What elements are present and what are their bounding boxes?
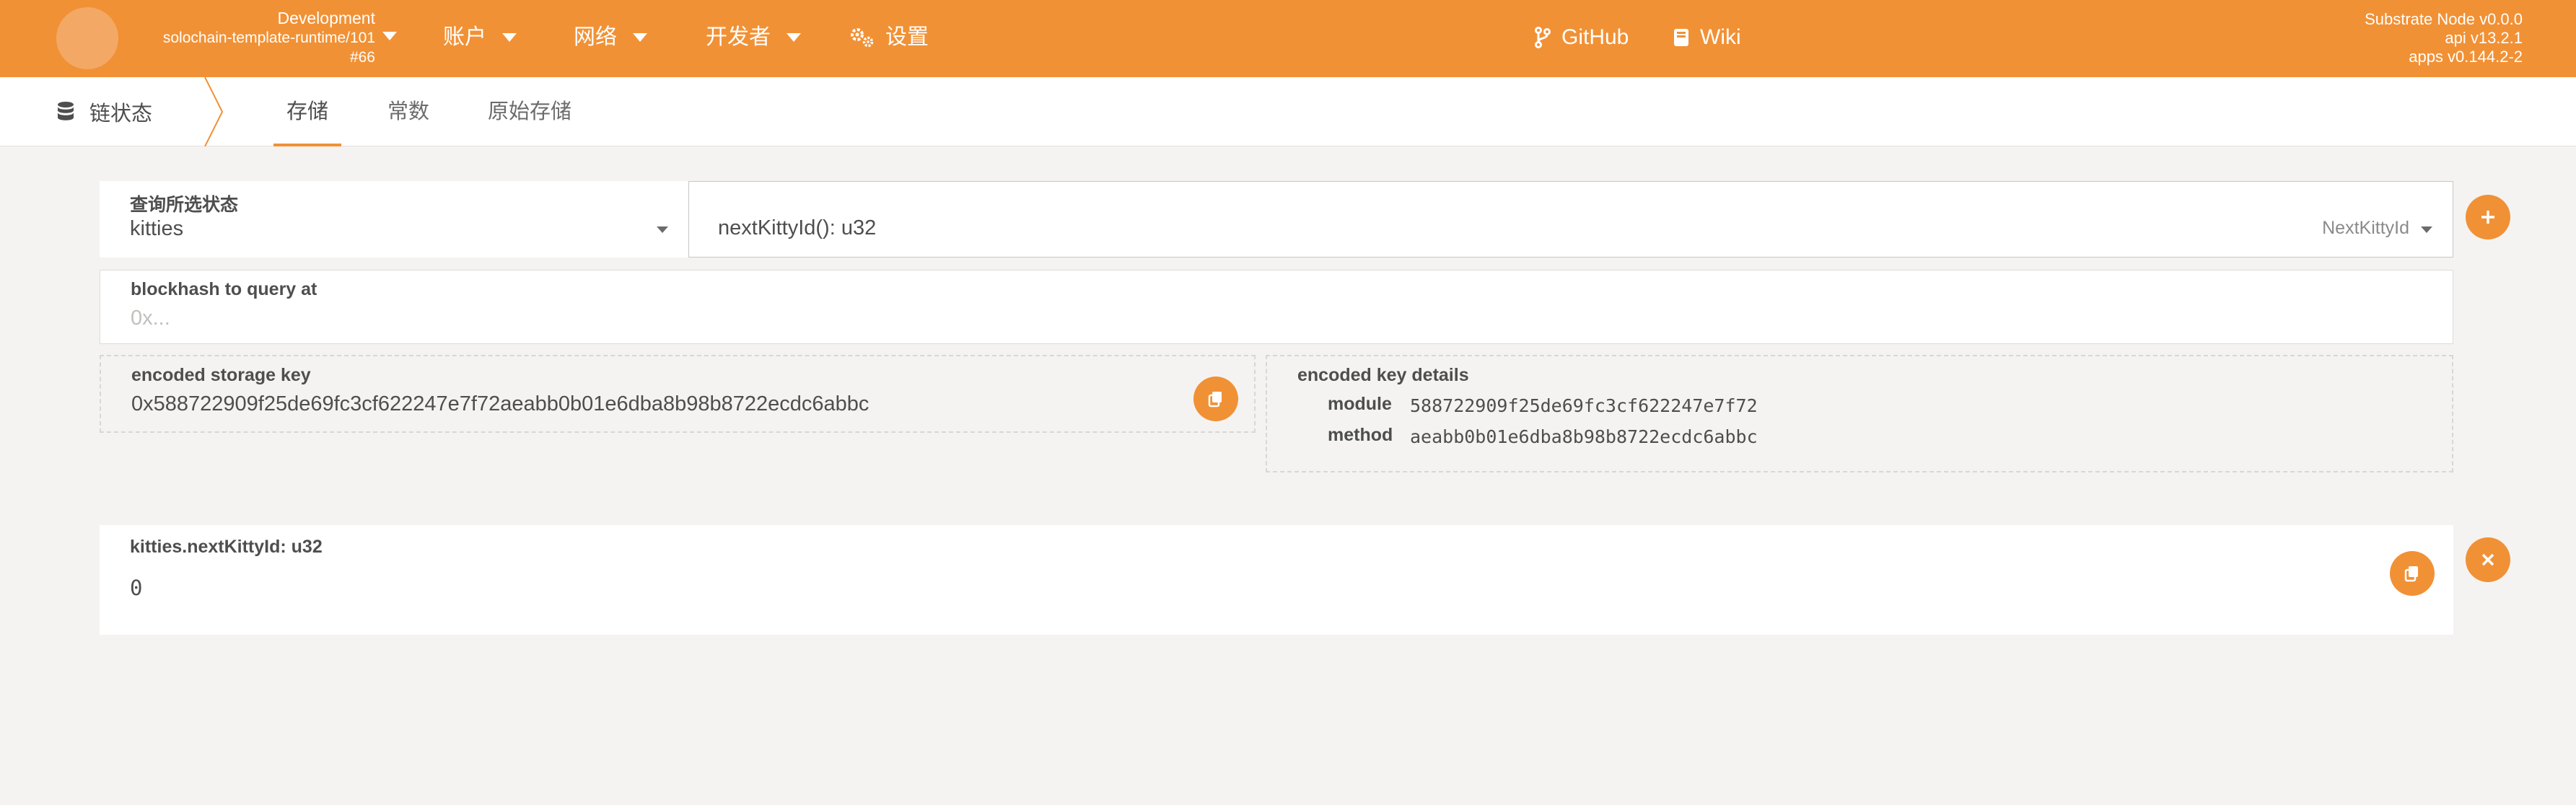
method-hash: aeabb0b01e6dba8b98b8722ecdc6abbc bbox=[1410, 426, 1758, 447]
blockhash-label: blockhash to query at bbox=[131, 279, 317, 299]
encoded-key-value: 0x588722909f25de69fc3cf622247e7f72aeabb0… bbox=[131, 392, 869, 415]
blockhash-input[interactable]: 0x... bbox=[131, 307, 170, 330]
nav-settings[interactable]: 设置 bbox=[849, 22, 929, 53]
nav-label: 网络 bbox=[574, 25, 617, 49]
api-version: api v13.2.1 bbox=[2445, 29, 2523, 47]
plus-icon bbox=[2481, 211, 2494, 224]
nav-label: 账户 bbox=[443, 25, 486, 49]
close-icon bbox=[2481, 553, 2494, 566]
module-hash: 588722909f25de69fc3cf622247e7f72 bbox=[1410, 395, 1758, 416]
chain-name: Development bbox=[277, 9, 375, 27]
copy-result-button[interactable] bbox=[2390, 551, 2435, 596]
apps-version: apps v0.144.2-2 bbox=[2409, 48, 2523, 66]
top-navbar: Development solochain-template-runtime/1… bbox=[0, 0, 2576, 77]
tab-label: 原始存储 bbox=[488, 100, 572, 123]
copy-key-button[interactable] bbox=[1193, 377, 1238, 421]
wiki-label: Wiki bbox=[1700, 25, 1741, 49]
chain-selector[interactable]: Development solochain-template-runtime/1… bbox=[130, 9, 375, 67]
book-icon bbox=[1674, 29, 1688, 46]
chevron-down-icon bbox=[787, 33, 801, 42]
tab-label: 存储 bbox=[286, 100, 329, 123]
section-title: 链状态 bbox=[56, 77, 152, 146]
method-hint: NextKittyId bbox=[2322, 218, 2409, 238]
github-link[interactable]: GitHub bbox=[1534, 22, 1629, 53]
method-label: method bbox=[1328, 425, 1393, 445]
encoded-key-label: encoded storage key bbox=[131, 365, 311, 385]
nav-developer[interactable]: 开发者 bbox=[706, 22, 801, 53]
encoded-storage-key: encoded storage key 0x588722909f25de69fc… bbox=[100, 355, 1256, 433]
module-label: module bbox=[1328, 394, 1392, 414]
key-details-label: encoded key details bbox=[1297, 365, 1469, 385]
remove-result-button[interactable] bbox=[2466, 537, 2510, 582]
tab-storage[interactable]: 存储 bbox=[273, 77, 342, 146]
node-info: Substrate Node v0.0.0 api v13.2.1 apps v… bbox=[2365, 10, 2523, 66]
result-value: 0 bbox=[130, 576, 143, 600]
copy-icon bbox=[1208, 392, 1222, 408]
chevron-down-icon bbox=[2421, 226, 2432, 233]
chevron-down-icon bbox=[502, 33, 517, 42]
github-label: GitHub bbox=[1561, 25, 1629, 49]
method-select[interactable]: nextKittyId(): u32 NextKittyId bbox=[688, 181, 2453, 258]
query-label: 查询所选状态 bbox=[130, 195, 239, 215]
runtime-version: solochain-template-runtime/101 bbox=[162, 30, 375, 46]
module-select[interactable]: 查询所选状态 kitties bbox=[100, 181, 688, 258]
chevron-down-icon bbox=[633, 33, 647, 42]
section-title-label: 链状态 bbox=[89, 102, 153, 126]
nav-label: 设置 bbox=[885, 25, 929, 49]
best-block: #66 bbox=[349, 49, 375, 66]
nav-label: 开发者 bbox=[706, 25, 771, 49]
add-query-button[interactable] bbox=[2466, 195, 2510, 239]
database-icon bbox=[58, 102, 74, 120]
copy-icon bbox=[2404, 566, 2418, 582]
chevron-down-icon[interactable] bbox=[382, 32, 397, 40]
tab-label: 常数 bbox=[387, 100, 430, 123]
encoded-key-details: encoded key details module 588722909f25d… bbox=[1266, 355, 2453, 472]
wiki-link[interactable]: Wiki bbox=[1673, 22, 1741, 53]
tab-bar: 链状态 存储 常数 原始存储 bbox=[0, 77, 2576, 146]
chevron-separator-icon bbox=[204, 77, 224, 146]
result-label: kitties.nextKittyId: u32 bbox=[130, 537, 323, 557]
blockhash-field[interactable]: blockhash to query at 0x... bbox=[100, 270, 2453, 344]
tab-raw-storage[interactable]: 原始存储 bbox=[488, 77, 571, 146]
chevron-down-icon bbox=[657, 226, 668, 233]
node-name: Substrate Node v0.0.0 bbox=[2365, 10, 2523, 28]
chain-logo[interactable] bbox=[56, 7, 118, 69]
gears-icon bbox=[851, 28, 874, 48]
module-value: kitties bbox=[130, 217, 184, 240]
tab-constants[interactable]: 常数 bbox=[387, 77, 429, 146]
code-branch-icon bbox=[1535, 27, 1551, 48]
query-result: kitties.nextKittyId: u32 0 bbox=[100, 525, 2453, 635]
nav-accounts[interactable]: 账户 bbox=[443, 22, 517, 53]
method-signature: nextKittyId(): u32 bbox=[718, 216, 877, 239]
nav-network[interactable]: 网络 bbox=[574, 22, 647, 53]
